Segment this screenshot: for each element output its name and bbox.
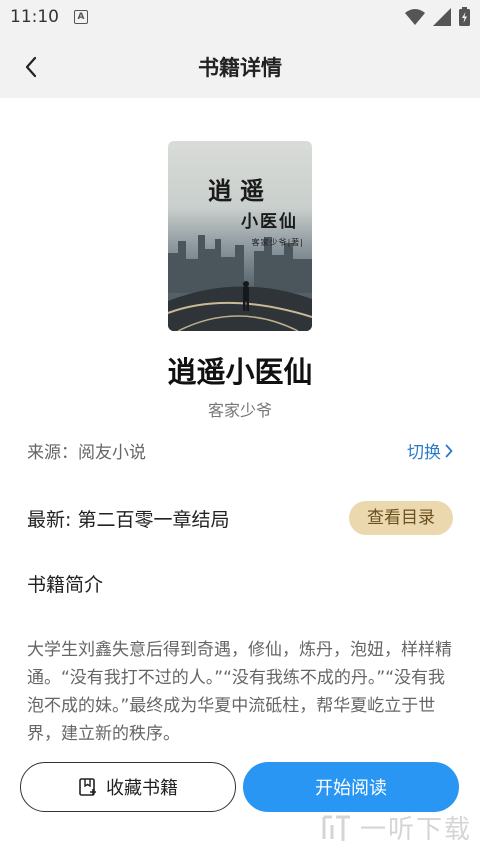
cover-subtitle-text: 小医仙 bbox=[241, 212, 298, 232]
intro-text: 大学生刘鑫失意后得到奇遇，修仙，炼丹，泡妞，样样精通。“没有我打不过的人。”“没… bbox=[27, 640, 452, 744]
app-bar: 书籍详情 bbox=[0, 34, 480, 98]
notification-icon: A bbox=[74, 10, 88, 24]
cover-title-text: 逍遥 bbox=[208, 176, 272, 205]
watermark-logo-icon bbox=[322, 815, 350, 841]
watermark-text: 一听下载 bbox=[359, 815, 472, 845]
cover-author-text: 客家少爷|著| bbox=[251, 238, 304, 247]
city-skyline-illustration bbox=[168, 235, 312, 331]
page-title: 书籍详情 bbox=[198, 56, 282, 80]
bookshelf-add-icon bbox=[79, 778, 96, 796]
status-bar: 11:10 A bbox=[0, 0, 480, 34]
watermark: 一听下载 bbox=[320, 809, 472, 846]
book-title: 逍遥小医仙 bbox=[167, 355, 313, 389]
view-catalog-button[interactable]: 查看目录 bbox=[349, 501, 453, 535]
latest-chapter-row: 最新: 第二百零一章结局 查看目录 bbox=[27, 500, 453, 536]
chevron-right-icon bbox=[445, 444, 453, 457]
book-author: 客家少爷 bbox=[207, 401, 272, 420]
source-row: 来源：阅友小说 切换 bbox=[27, 438, 453, 463]
system-icons bbox=[405, 7, 470, 26]
source-label: 来源：阅友小说 bbox=[27, 443, 146, 463]
book-cover[interactable]: 逍遥 小医仙 客家少爷|著| bbox=[168, 141, 312, 331]
start-reading-button[interactable]: 开始阅读 bbox=[243, 762, 459, 812]
status-time: 11:10 bbox=[10, 7, 59, 27]
add-to-bookshelf-button[interactable]: 收藏书籍 bbox=[20, 762, 236, 812]
switch-source-link[interactable]: 切换 bbox=[407, 438, 453, 463]
battery-icon bbox=[459, 7, 470, 26]
latest-chapter[interactable]: 最新: 第二百零一章结局 bbox=[27, 505, 229, 532]
signal-icon bbox=[433, 7, 451, 26]
switch-label: 切换 bbox=[407, 443, 441, 463]
collect-label: 收藏书籍 bbox=[106, 778, 178, 799]
intro-heading: 书籍简介 bbox=[27, 574, 104, 596]
wifi-icon bbox=[405, 8, 425, 25]
